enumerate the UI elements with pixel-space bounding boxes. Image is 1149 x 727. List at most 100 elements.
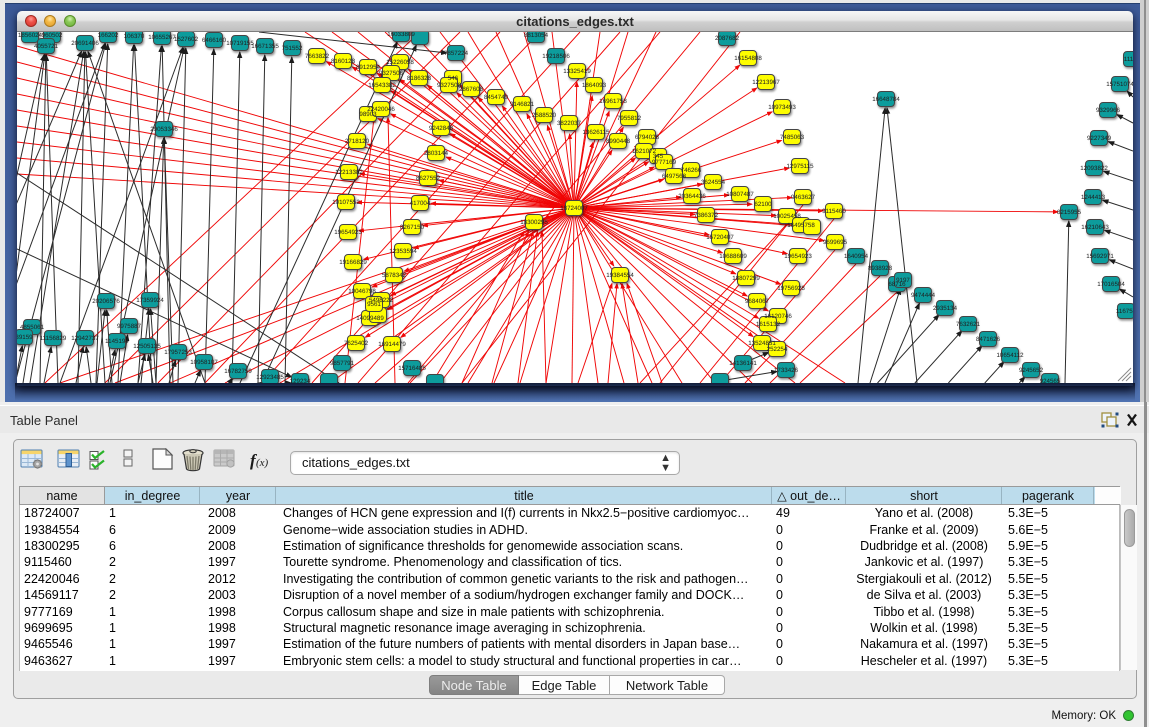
svg-text:10688609: 10688609	[719, 253, 747, 260]
svg-text:9146821: 9146821	[510, 101, 535, 108]
svg-text:16648784: 16648784	[872, 96, 900, 103]
svg-text:9463627: 9463627	[791, 194, 816, 201]
svg-text:16033809: 16033809	[387, 32, 415, 38]
svg-text:10973493: 10973493	[768, 104, 796, 111]
svg-text:13325419: 13325419	[563, 68, 591, 75]
svg-text:6794028: 6794028	[635, 134, 660, 141]
svg-text:12213382: 12213382	[335, 169, 363, 176]
svg-text:12923485: 12923485	[256, 374, 284, 381]
svg-text:9975887: 9975887	[117, 323, 142, 330]
svg-text:39159: 39159	[17, 334, 33, 341]
svg-text:751552: 751552	[282, 45, 303, 52]
svg-text:8215955: 8215955	[1057, 209, 1082, 216]
svg-text:7386372: 7386372	[694, 212, 719, 219]
svg-text:6466160: 6466160	[202, 37, 227, 44]
svg-text:8938928: 8938928	[868, 265, 893, 272]
svg-text:166202: 166202	[98, 32, 119, 39]
svg-text:7663822: 7663822	[305, 53, 330, 60]
svg-text:1615132: 1615132	[756, 321, 781, 328]
svg-text:62100: 62100	[754, 201, 772, 208]
svg-text:9327506: 9327506	[379, 70, 404, 77]
svg-text:1527602: 1527602	[174, 36, 199, 43]
svg-text:20691406: 20691406	[71, 40, 99, 47]
svg-text:17957253: 17957253	[164, 349, 192, 356]
svg-text:18724007: 18724007	[560, 205, 588, 212]
svg-text:17016504: 17016504	[1097, 281, 1125, 288]
svg-text:129234: 129234	[290, 378, 311, 383]
svg-text:116753: 116753	[1116, 308, 1133, 315]
svg-text:16782759: 16782759	[224, 368, 252, 375]
svg-text:19384554: 19384554	[606, 272, 634, 279]
svg-text:10025458: 10025458	[773, 213, 801, 220]
svg-text:924565: 924565	[1040, 378, 1061, 383]
svg-text:10655267: 10655267	[148, 34, 176, 41]
svg-text:1864093: 1864093	[582, 82, 607, 89]
svg-text:9197: 9197	[896, 277, 910, 284]
svg-text:1640954: 1640954	[844, 253, 869, 260]
svg-text:17359924: 17359924	[136, 297, 164, 304]
svg-text:(x): (x)	[256, 457, 269, 469]
svg-text:252254: 252254	[767, 346, 788, 353]
svg-text:12213967: 12213967	[752, 79, 780, 86]
svg-text:14136141: 14136141	[729, 360, 757, 367]
svg-text:10807487: 10807487	[726, 191, 754, 198]
svg-text:9699695: 9699695	[823, 239, 848, 246]
svg-text:9227349: 9227349	[1087, 135, 1112, 142]
svg-text:1856024: 1856024	[18, 32, 43, 39]
svg-text:1244413: 1244413	[1081, 194, 1106, 201]
svg-text:12353594: 12353594	[389, 248, 417, 255]
svg-text:16671355: 16671355	[251, 43, 279, 50]
svg-text:16210643: 16210643	[1081, 224, 1109, 231]
svg-text:8186328: 8186328	[407, 75, 432, 82]
svg-text:9777169: 9777169	[652, 159, 677, 166]
svg-text:7955812: 7955812	[617, 115, 642, 122]
svg-text:29053346: 29053346	[150, 126, 178, 133]
svg-text:6497568: 6497568	[662, 173, 687, 180]
svg-text:13626115: 13626115	[582, 129, 610, 136]
svg-text:8912954: 8912954	[356, 64, 381, 71]
svg-text:9857791: 9857791	[330, 360, 355, 367]
svg-text:12975115: 12975115	[786, 163, 814, 170]
svg-text:8990448: 8990448	[606, 138, 631, 145]
svg-text:16914479: 16914479	[378, 341, 406, 348]
svg-text:12093822: 12093822	[1080, 165, 1108, 172]
svg-text:9474444: 9474444	[911, 292, 936, 299]
svg-text:18807299: 18807299	[732, 275, 760, 282]
svg-text:15226058: 15226058	[386, 59, 414, 66]
svg-text:10719155: 10719155	[226, 40, 254, 47]
svg-text:4055721: 4055721	[34, 43, 59, 50]
svg-text:1733426: 1733426	[774, 367, 799, 374]
svg-text:10958107: 10958107	[190, 359, 218, 366]
svg-text:9327508: 9327508	[437, 82, 462, 89]
svg-text:12505135: 12505135	[133, 343, 161, 350]
svg-text:546: 546	[448, 75, 459, 82]
svg-text:8454749: 8454749	[484, 94, 509, 101]
svg-text:3822037: 3822037	[557, 120, 582, 127]
svg-text:2087682: 2087682	[715, 35, 740, 42]
svg-text:11172: 11172	[1124, 56, 1133, 63]
svg-text:10046798: 10046798	[348, 288, 376, 295]
svg-text:5878342: 5878342	[382, 272, 407, 279]
svg-text:15716485: 15716485	[398, 365, 426, 372]
svg-text:16154808: 16154808	[734, 55, 762, 62]
svg-text:16120746: 16120746	[764, 313, 792, 320]
svg-text:2803144: 2803144	[424, 150, 449, 157]
svg-text:10654112: 10654112	[996, 352, 1024, 359]
svg-text:15692971: 15692971	[1086, 253, 1114, 260]
svg-text:16543382: 16543382	[368, 82, 396, 89]
svg-text:3624554: 3624554	[701, 179, 726, 186]
svg-text:22420046: 22420046	[367, 106, 395, 113]
svg-text:19756928: 19756928	[777, 285, 805, 292]
svg-text:7857224: 7857224	[444, 50, 469, 57]
svg-text:417004: 417004	[410, 200, 431, 207]
svg-text:9684067: 9684067	[745, 298, 770, 305]
svg-text:15751074: 15751074	[1106, 81, 1133, 88]
svg-text:2718120: 2718120	[345, 138, 370, 145]
svg-text:10107552: 10107552	[332, 199, 360, 206]
svg-text:4855061: 4855061	[20, 324, 45, 331]
svg-text:2867608: 2867608	[459, 86, 484, 93]
svg-text:8471626: 8471626	[976, 336, 1001, 343]
svg-text:960502: 960502	[42, 32, 63, 39]
svg-text:19654923: 19654923	[334, 229, 362, 236]
svg-text:16495758: 16495758	[787, 222, 815, 229]
